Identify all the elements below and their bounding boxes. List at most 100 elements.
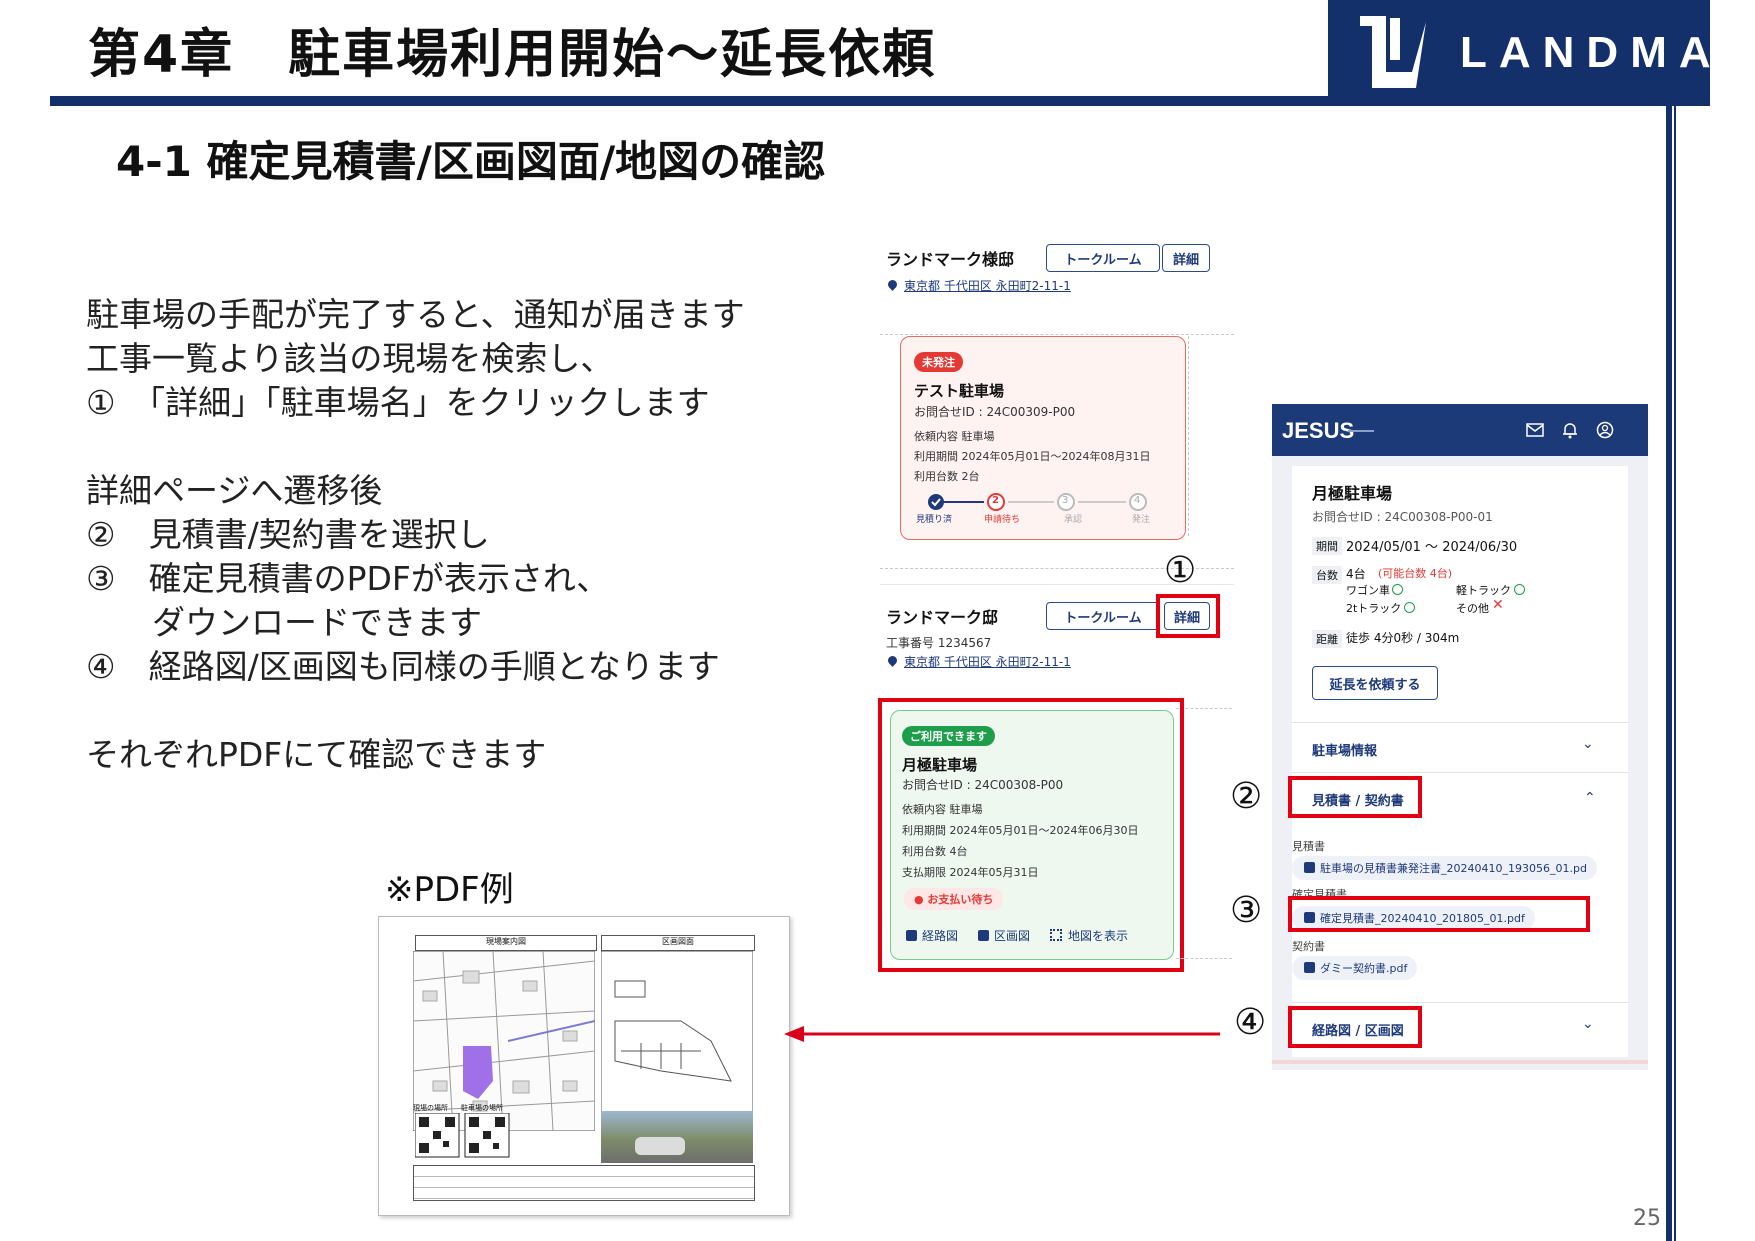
site1-detail-button[interactable]: 詳細 <box>1162 244 1210 272</box>
card1-request: 依頼内容 駐車場 <box>914 430 995 443</box>
chevron-down-icon[interactable]: ⌄ <box>1582 736 1594 752</box>
pdf-info-table <box>413 1165 755 1201</box>
card2-title[interactable]: 月極駐車場 <box>902 754 977 775</box>
arrow-to-pdf-icon <box>784 1026 1220 1042</box>
site2-construction-no: 工事番号 1234567 <box>886 636 992 650</box>
highlight-confirmed-estimate <box>1288 896 1590 932</box>
highlight-detail-button <box>1156 594 1220 638</box>
landmark-logo-icon <box>1360 16 1426 88</box>
pdf-parking-photo <box>601 1111 753 1163</box>
status-badge-unordered: 未発注 <box>914 352 963 372</box>
estimate-label: 見積書 <box>1292 840 1325 853</box>
mail-icon[interactable] <box>1526 422 1544 438</box>
step-number: 3 <box>1062 495 1069 506</box>
chapter-title: 第4章 駐車場利用開始～延長依頼 <box>88 25 937 85</box>
body-line: 工事一覧より該当の現場を検索し、 <box>86 339 614 378</box>
highlight-route-section <box>1288 1006 1422 1048</box>
show-map-link[interactable]: 地図を表示 <box>1068 927 1128 944</box>
accordion-parking-info-label[interactable]: 駐車場情報 <box>1312 740 1377 759</box>
pdf-qr-label-2: 駐車場の場所 <box>461 1104 503 1112</box>
period-value: 2024/05/01 ～ 2024/06/30 <box>1346 540 1518 555</box>
step-label: 見積り済 <box>916 515 953 525</box>
card2-inquiry: お問合せID : 24C00308-P00 <box>902 778 1064 792</box>
body-line: ダウンロードできます <box>86 603 482 642</box>
chevron-up-icon[interactable]: ⌃ <box>1584 790 1596 806</box>
qr-code-icon <box>1050 929 1062 941</box>
body-line: ③ 確定見積書のPDFが表示され、 <box>86 559 610 598</box>
progress-stepper <box>928 493 1147 511</box>
marker-1: ① <box>1164 550 1197 591</box>
marker-4: ④ <box>1234 1002 1267 1043</box>
vehicle-light-truck: 軽トラック <box>1456 584 1511 597</box>
marker-3: ③ <box>1230 890 1263 931</box>
card2-period: 利用期間 2024年05月01日～2024年06月30日 <box>902 824 1139 837</box>
body-line: ④ 経路図/区画図も同様の手順となります <box>86 647 720 686</box>
ok-circle-icon <box>1514 584 1525 595</box>
pdf-icon <box>906 930 917 941</box>
pdf-section-map <box>601 951 753 1131</box>
card1-title[interactable]: テスト駐車場 <box>914 380 1004 401</box>
route-map-link[interactable]: 経路図 <box>922 927 958 944</box>
count-label: 台数 <box>1312 566 1342 584</box>
pdf-left-header: 現場案内図 <box>415 935 597 951</box>
marker-2: ② <box>1230 776 1263 817</box>
vehicle-wagon: ワゴン車 <box>1346 584 1390 597</box>
count-available: (可能台数 4台) <box>1378 567 1453 580</box>
body-line: ② 見積書/契約書を選択し <box>86 515 490 554</box>
body-line: それぞれPDFにて確認できます <box>86 735 547 774</box>
estimate-file-chip[interactable]: 駐車場の見積書兼発注書_20240410_193056_01.pd <box>1292 856 1597 880</box>
brand-sub-mark <box>1348 430 1374 432</box>
page-number: 25 <box>1633 1206 1661 1231</box>
ng-cross-icon: ✕ <box>1492 597 1504 613</box>
site2-address-link[interactable]: 東京都 千代田区 永田町2-11-1 <box>904 653 1071 670</box>
detail-parking-name: 月極駐車場 <box>1312 484 1393 503</box>
section-title: 4-1 確定見積書/区画図面/地図の確認 <box>116 137 826 186</box>
detail-inquiry: お問合せID : 24C00308-P00-01 <box>1312 510 1493 524</box>
step-label: 承認 <box>1064 515 1083 525</box>
distance-label: 距離 <box>1312 630 1342 648</box>
bell-icon[interactable] <box>1562 421 1578 439</box>
location-pin-icon <box>886 654 899 667</box>
section-map-link[interactable]: 区画図 <box>994 927 1030 944</box>
divider <box>1188 336 1190 536</box>
site2-name[interactable]: ランドマーク邸 <box>886 604 998 628</box>
card2-due: 支払期限 2024年05月31日 <box>902 866 1039 879</box>
logo-text: LANDMARK <box>1460 28 1755 77</box>
pdf-icon <box>1304 862 1315 873</box>
right-rule-thin <box>1674 106 1676 1241</box>
pdf-icon <box>1304 962 1315 973</box>
chevron-down-icon[interactable]: ⌄ <box>1582 1016 1594 1032</box>
extend-request-button[interactable]: 延長を依頼する <box>1312 666 1438 700</box>
divider <box>1176 708 1232 709</box>
divider <box>880 334 1234 335</box>
status-badge-available: ご利用できます <box>902 726 995 746</box>
pdf-right-header: 区画図面 <box>601 935 755 951</box>
site1-talkroom-button[interactable]: トークルーム <box>1046 244 1160 272</box>
location-pin-icon <box>886 278 899 291</box>
card1-count: 利用台数 2台 <box>914 470 980 483</box>
period-label: 期間 <box>1312 537 1342 555</box>
ok-circle-icon <box>1392 584 1403 595</box>
body-line: 詳細ページへ遷移後 <box>86 471 383 510</box>
step-number: 4 <box>1134 495 1141 506</box>
app-brand[interactable]: JESUS <box>1282 418 1354 444</box>
site1-address-link[interactable]: 東京都 千代田区 永田町2-11-1 <box>904 277 1071 294</box>
vehicle-2t-truck: 2tトラック <box>1346 602 1402 615</box>
step-label: 発注 <box>1132 515 1151 525</box>
site2-talkroom-button[interactable]: トークルーム <box>1046 602 1160 630</box>
body-line: ① 「詳細」「駐車場名」をクリックします <box>86 383 710 422</box>
count-value: 4台 <box>1346 567 1366 581</box>
user-icon[interactable] <box>1596 421 1614 439</box>
distance-value: 徒歩 4分0秒 / 304m <box>1346 631 1460 645</box>
vehicle-other: その他 <box>1456 602 1489 615</box>
site1-name[interactable]: ランドマーク様邸 <box>886 246 1014 270</box>
ok-circle-icon <box>1404 602 1415 613</box>
app-bottom-edge <box>1272 1060 1648 1064</box>
step-number: 2 <box>992 495 999 506</box>
right-rule <box>1666 106 1672 1241</box>
card2-request: 依頼内容 駐車場 <box>902 803 983 816</box>
card1-inquiry: お問合せID : 24C00309-P00 <box>914 405 1076 419</box>
card2-count: 利用台数 4台 <box>902 845 968 858</box>
payment-status-badge: ● お支払い待ち <box>904 888 1004 910</box>
highlight-estimate-section <box>1288 776 1422 818</box>
